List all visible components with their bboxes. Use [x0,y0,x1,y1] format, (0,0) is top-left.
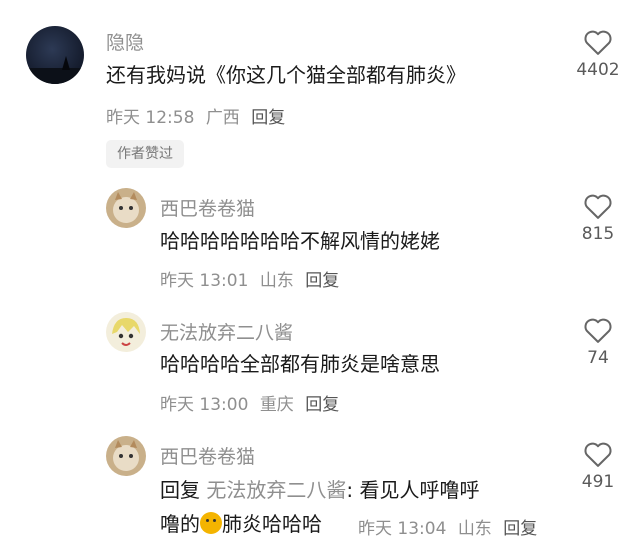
comment-meta: 昨天 13:04 山东 回复 [358,514,543,539]
heart-icon [584,442,612,467]
reply-button[interactable]: 回复 [503,519,537,539]
like-button[interactable]: 491 [568,440,628,492]
comment-text-continued: 噜的 肺炎哈哈哈 [160,507,322,541]
cat-avatar-icon [113,440,139,471]
like-count: 491 [581,472,615,492]
comment-location: 山东 [457,519,492,539]
comment-text-line1: : 看见人呼噜呼 [346,478,480,502]
avatar[interactable] [106,436,146,476]
comment-time: 昨天 13:04 [358,519,447,539]
comment-username[interactable]: 西巴卷卷猫 [160,442,255,469]
comment-item: 西巴卷卷猫 回复 无法放弃二八酱: 看见人呼噜呼 噜的 肺炎哈哈哈 昨天 13:0… [0,0,640,554]
comment-text-line2b: 肺炎哈哈哈 [222,512,322,536]
comment-text-line2a: 噜的 [160,512,200,536]
reply-target-username[interactable]: 无法放弃二八酱 [206,478,346,502]
shiba-emoji-icon [200,512,222,534]
comment-text: 回复 无法放弃二八酱: 看见人呼噜呼 [160,473,479,507]
reply-prefix: 回复 [160,478,207,502]
